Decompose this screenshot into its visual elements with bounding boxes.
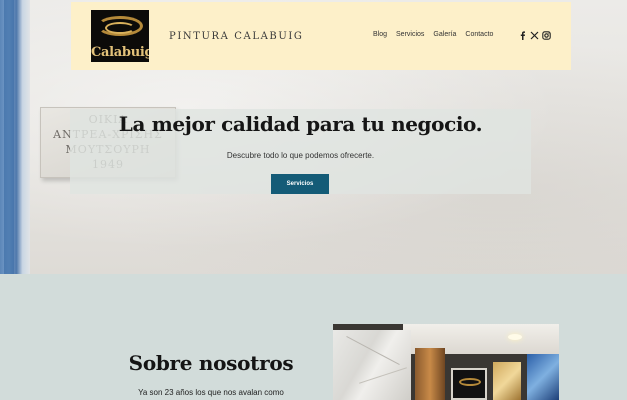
photo-marble-vein bbox=[359, 367, 407, 384]
photo-logo-frame bbox=[451, 368, 487, 400]
blue-door-frame bbox=[0, 0, 30, 274]
site-title[interactable]: PINTURA CALABUIG bbox=[169, 31, 304, 42]
hero-subtitle: Descubre todo lo que podemos ofrecerte. bbox=[226, 151, 375, 160]
photo-marble-vein bbox=[346, 335, 400, 366]
logo-swirl-inner-icon bbox=[105, 22, 135, 34]
showroom-photo bbox=[333, 324, 559, 400]
about-section: Sobre nosotros Ya son 23 años los que no… bbox=[0, 274, 627, 400]
hero-title: La mejor calidad para tu negocio. bbox=[118, 112, 483, 136]
social-links bbox=[516, 29, 552, 41]
photo-marble-panel bbox=[333, 330, 411, 400]
nav-item-servicios[interactable]: Servicios bbox=[396, 31, 424, 38]
main-menu: Blog Servicios Galería Contacto bbox=[373, 31, 502, 38]
logo[interactable]: Calabuig bbox=[91, 10, 149, 62]
facebook-icon[interactable] bbox=[516, 29, 528, 41]
door-frame-inner bbox=[4, 0, 14, 274]
nav-item-contacto[interactable]: Contacto bbox=[465, 31, 493, 38]
nav-item-galeria[interactable]: Galería bbox=[433, 31, 456, 38]
services-button[interactable]: Servicios bbox=[271, 174, 329, 194]
about-text: Ya son 23 años los que nos avalan como bbox=[138, 388, 284, 397]
hero-banner: La mejor calidad para tu negocio. Descub… bbox=[70, 109, 531, 194]
photo-wood-panel bbox=[415, 348, 445, 400]
photo-ceiling-light bbox=[508, 334, 522, 340]
photo-gold-panel bbox=[493, 362, 521, 400]
photo-blue-panel bbox=[527, 354, 559, 400]
logo-text: Calabuig bbox=[91, 45, 149, 60]
photo-logo-swirl-icon bbox=[459, 378, 481, 386]
x-icon[interactable] bbox=[528, 29, 540, 41]
about-title: Sobre nosotros bbox=[128, 351, 294, 375]
nav-item-blog[interactable]: Blog bbox=[373, 31, 387, 38]
instagram-icon[interactable] bbox=[540, 29, 552, 41]
header-navbar: Calabuig PINTURA CALABUIG Blog Servicios… bbox=[71, 2, 571, 70]
